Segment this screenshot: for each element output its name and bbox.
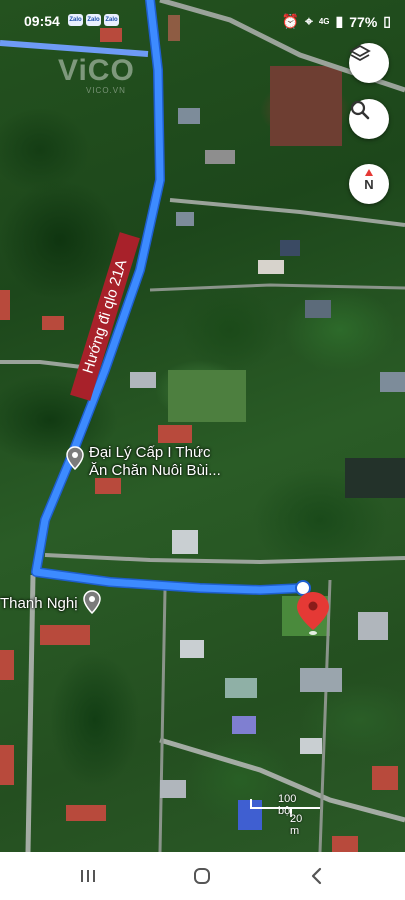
road (44, 553, 405, 565)
route-line[interactable] (32, 0, 307, 594)
network-type: 4G (318, 17, 330, 26)
place-pin-icon[interactable] (83, 590, 101, 614)
zalo-icon: Zalo (68, 14, 83, 26)
location-icon: ⌖ (304, 13, 313, 29)
back-icon (311, 867, 322, 885)
battery-icon: ▯ (383, 13, 391, 29)
route-outline (31, 0, 308, 595)
map-canvas[interactable]: 09:54 Zalo Zalo Zalo ⏰ ⌖ 4G ▮ 77% ▯ ViCO… (0, 0, 405, 852)
road (0, 360, 91, 370)
home-icon (194, 868, 210, 884)
field (168, 370, 246, 422)
clock: 09:54 (24, 13, 60, 29)
zalo-icon: Zalo (104, 14, 119, 26)
scale-meters: 20 m (290, 813, 303, 837)
recents-button[interactable] (68, 864, 108, 888)
place-label-thanh-nghi[interactable]: Thanh Nghị (0, 595, 78, 613)
compass-button[interactable]: N (349, 164, 389, 204)
search-button[interactable] (349, 99, 389, 139)
place-pin-icon[interactable] (66, 446, 84, 470)
status-bar: 09:54 Zalo Zalo Zalo ⏰ ⌖ 4G ▮ 77% ▯ (0, 0, 405, 40)
battery-level: 77% (349, 13, 378, 30)
signal-icon: ▮ (335, 13, 344, 29)
map-features (0, 0, 405, 852)
layers-button[interactable] (349, 43, 389, 83)
compass-letter: N (364, 177, 374, 192)
route-segment (0, 40, 149, 57)
notification-icons: Zalo Zalo Zalo (68, 14, 119, 26)
compass-needle-icon (365, 169, 373, 176)
watermark-logo: ViCO (58, 54, 135, 87)
home-button[interactable] (182, 864, 222, 888)
recents-icon (81, 870, 95, 882)
place-label-dai-ly[interactable]: Đại Lý Cấp I Thức Ăn Chăn Nuôi Bùi... (89, 444, 221, 480)
road (158, 589, 167, 852)
road (25, 574, 36, 852)
field (270, 66, 342, 146)
road (149, 283, 405, 292)
alarm-icon: ⏰ (281, 13, 299, 29)
scale-bar (250, 807, 320, 809)
pond (345, 458, 405, 498)
search-icon (350, 100, 370, 120)
buildings (0, 15, 405, 852)
system-nav-bar (0, 852, 405, 900)
layers-icon (349, 44, 371, 62)
zalo-icon: Zalo (86, 14, 101, 26)
system-icons: ⏰ ⌖ 4G ▮ 77% ▯ (282, 13, 391, 30)
back-button[interactable] (296, 864, 336, 888)
watermark-subtext: VICO.VN (86, 86, 126, 95)
